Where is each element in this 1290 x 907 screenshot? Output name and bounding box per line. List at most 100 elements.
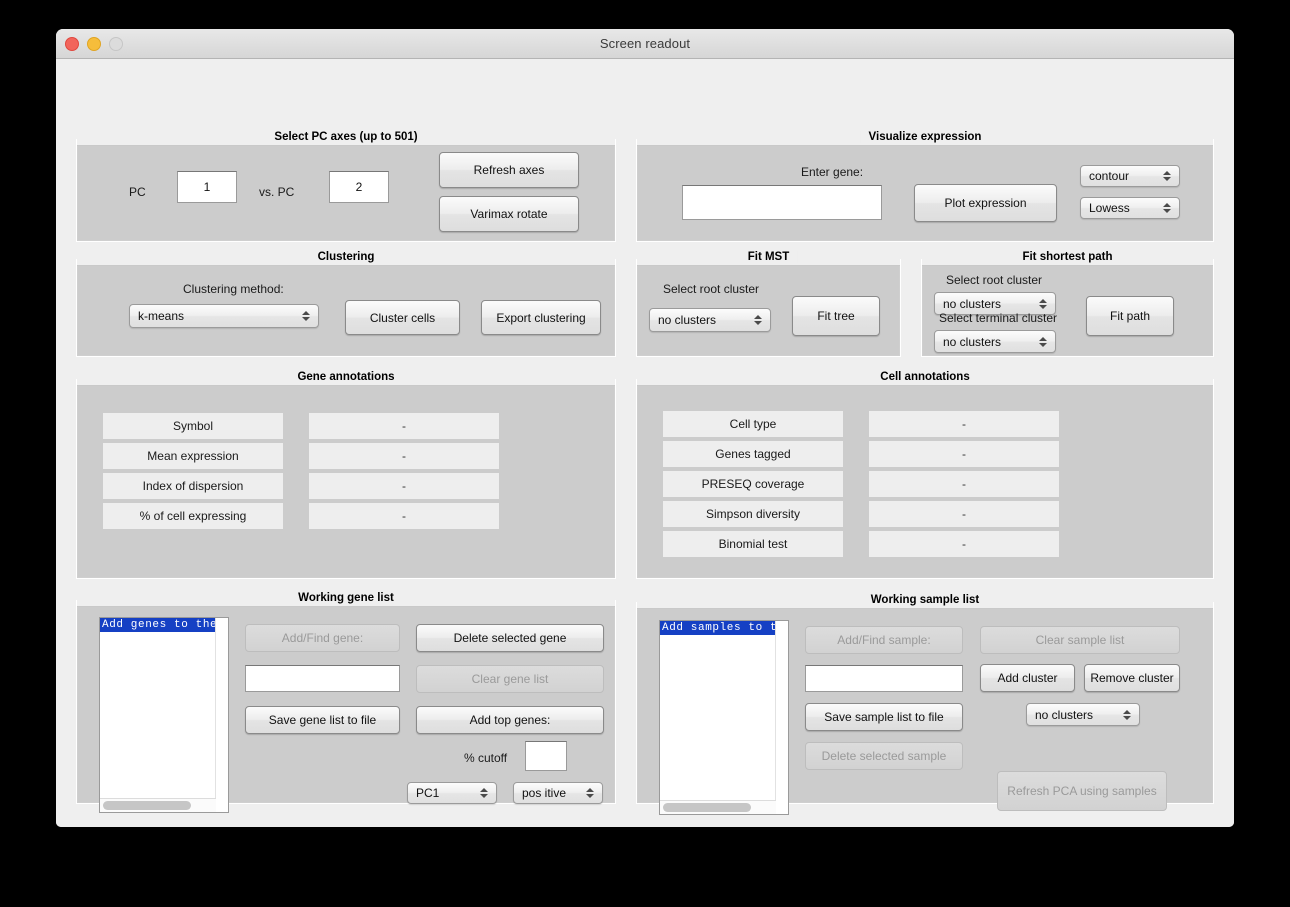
refresh-pca-button[interactable]: Refresh PCA using samples xyxy=(997,771,1167,811)
refresh-axes-button[interactable]: Refresh axes xyxy=(439,152,579,188)
save-sample-list-button[interactable]: Save sample list to file xyxy=(805,703,963,731)
panel-title-clustering: Clustering xyxy=(309,251,383,263)
cell-annotation-name-4: Binomial test xyxy=(663,531,843,557)
label-vs-pc: vs. PC xyxy=(259,185,295,199)
label-enter-gene: Enter gene: xyxy=(801,165,864,179)
chevron-updown-icon xyxy=(754,315,762,325)
gene-annotation-name-1: Mean expression xyxy=(103,443,283,469)
cluster-cells-button[interactable]: Cluster cells xyxy=(345,300,460,335)
fit-tree-button[interactable]: Fit tree xyxy=(792,296,880,336)
delete-selected-sample-button[interactable]: Delete selected sample xyxy=(805,742,963,770)
fit-path-button[interactable]: Fit path xyxy=(1086,296,1174,336)
add-find-gene-button[interactable]: Add/Find gene: xyxy=(245,624,400,652)
gene-sign-dropdown[interactable]: pos itive xyxy=(513,782,603,804)
panel-title-working-sample-list: Working sample list xyxy=(862,594,988,606)
delete-selected-gene-button[interactable]: Delete selected gene xyxy=(416,624,604,652)
minimize-button-icon[interactable] xyxy=(87,36,101,51)
smoothing-value: Lowess xyxy=(1089,201,1130,215)
smoothing-dropdown[interactable]: Lowess xyxy=(1080,197,1180,219)
cell-annotation-value-0: - xyxy=(869,411,1059,437)
gene-listbox-hscroll-thumb[interactable] xyxy=(103,801,192,810)
window-controls xyxy=(65,29,123,58)
label-path-terminal-cluster: Select terminal cluster xyxy=(939,311,1058,325)
label-mst-root-cluster: Select root cluster xyxy=(663,282,760,296)
gene-annotation-name-2: Index of dispersion xyxy=(103,473,283,499)
sample-listbox-row-0[interactable]: Add samples to the xyxy=(660,621,788,635)
window-titlebar: Screen readout xyxy=(56,29,1234,59)
panel-working-sample-list: Working sample list Add samples to the A… xyxy=(636,594,1214,815)
gene-input[interactable] xyxy=(682,185,882,220)
panel-fit-shortest-path: Fit shortest path Select root cluster no… xyxy=(921,251,1214,357)
pc-x-input[interactable]: 1 xyxy=(177,171,237,203)
cell-annotation-name-0: Cell type xyxy=(663,411,843,437)
panel-title-cell-annotations: Cell annotations xyxy=(872,371,978,383)
close-button-icon[interactable] xyxy=(65,36,79,51)
gene-listbox[interactable]: Add genes to the li xyxy=(99,617,229,813)
gene-listbox-hscrollbar[interactable] xyxy=(100,798,216,812)
panel-title-fit-shortest-path: Fit shortest path xyxy=(1014,251,1121,263)
gene-listbox-vscrollbar[interactable] xyxy=(215,618,228,812)
label-clustering-method: Clustering method: xyxy=(183,282,284,296)
plot-expression-button[interactable]: Plot expression xyxy=(914,184,1057,222)
chevron-updown-icon xyxy=(1123,709,1131,720)
sample-listbox-hscroll-thumb[interactable] xyxy=(663,803,752,812)
panel-title-select-pc-axes: Select PC axes (up to 501) xyxy=(266,131,426,143)
sample-listbox[interactable]: Add samples to the xyxy=(659,620,789,815)
mst-root-cluster-dropdown[interactable]: no clusters xyxy=(649,308,771,332)
add-top-genes-button[interactable]: Add top genes: xyxy=(416,706,604,734)
clustering-method-dropdown[interactable]: k-means xyxy=(129,304,319,328)
label-percent-cutoff: % cutoff xyxy=(464,751,508,765)
path-terminal-cluster-value: no clusters xyxy=(943,334,1002,349)
gene-annotation-value-2: - xyxy=(309,473,499,499)
mst-root-cluster-value: no clusters xyxy=(658,313,717,327)
cell-annotation-name-2: PRESEQ coverage xyxy=(663,471,843,497)
cell-annotation-name-3: Simpson diversity xyxy=(663,501,843,527)
add-cluster-button[interactable]: Add cluster xyxy=(980,664,1075,692)
pc-y-input[interactable]: 2 xyxy=(329,171,389,203)
screen-root: Screen readout Select PC axes (up to 501… xyxy=(0,0,1290,907)
panel-title-gene-annotations: Gene annotations xyxy=(289,371,403,383)
varimax-rotate-button[interactable]: Varimax rotate xyxy=(439,196,579,232)
cell-annotation-value-2: - xyxy=(869,471,1059,497)
window-title: Screen readout xyxy=(599,36,691,51)
clear-sample-list-button[interactable]: Clear sample list xyxy=(980,626,1180,654)
chevron-updown-icon xyxy=(586,788,594,798)
cell-annotation-value-3: - xyxy=(869,501,1059,527)
save-gene-list-button[interactable]: Save gene list to file xyxy=(245,706,400,734)
chevron-updown-icon xyxy=(1039,298,1047,309)
panel-select-pc-axes: Select PC axes (up to 501) PC 1 vs. PC 2… xyxy=(76,131,616,242)
panel-title-fit-mst: Fit MST xyxy=(739,251,798,263)
gene-pc-dropdown[interactable]: PC1 xyxy=(407,782,497,804)
clear-gene-list-button[interactable]: Clear gene list xyxy=(416,665,604,693)
gene-search-input[interactable] xyxy=(245,665,400,692)
sample-search-input[interactable] xyxy=(805,665,963,692)
gene-annotation-value-3: - xyxy=(309,503,499,529)
cell-annotation-value-4: - xyxy=(869,531,1059,557)
sample-cluster-value: no clusters xyxy=(1035,707,1094,722)
path-terminal-cluster-dropdown[interactable]: no clusters xyxy=(934,330,1056,353)
cell-annotation-name-1: Genes tagged xyxy=(663,441,843,467)
chevron-updown-icon xyxy=(1039,336,1047,347)
plot-type-dropdown[interactable]: contour xyxy=(1080,165,1180,187)
workspace: Select PC axes (up to 501) PC 1 vs. PC 2… xyxy=(56,59,1234,827)
zoom-button-icon[interactable] xyxy=(109,36,123,51)
path-root-cluster-value: no clusters xyxy=(943,296,1002,311)
panel-title-working-gene-list: Working gene list xyxy=(290,592,402,604)
sample-listbox-hscrollbar[interactable] xyxy=(660,800,776,814)
application-window: Screen readout Select PC axes (up to 501… xyxy=(56,29,1234,827)
sample-listbox-vscrollbar[interactable] xyxy=(775,621,788,814)
percent-cutoff-input[interactable] xyxy=(525,741,567,771)
panel-fit-mst: Fit MST Select root cluster no clusters … xyxy=(636,251,901,357)
label-path-root-cluster: Select root cluster xyxy=(946,273,1043,287)
label-pc: PC xyxy=(129,185,146,199)
panel-working-gene-list: Working gene list Add genes to the li Ad… xyxy=(76,592,616,813)
gene-annotation-value-0: - xyxy=(309,413,499,439)
chevron-updown-icon xyxy=(480,788,488,798)
export-clustering-button[interactable]: Export clustering xyxy=(481,300,601,335)
add-find-sample-button[interactable]: Add/Find sample: xyxy=(805,626,963,654)
gene-annotation-name-3: % of cell expressing xyxy=(103,503,283,529)
remove-cluster-button[interactable]: Remove cluster xyxy=(1084,664,1180,692)
sample-cluster-dropdown[interactable]: no clusters xyxy=(1026,703,1140,726)
panel-gene-annotations: Gene annotations Symbol - Mean expressio… xyxy=(76,371,616,579)
gene-listbox-row-0[interactable]: Add genes to the li xyxy=(100,618,228,632)
